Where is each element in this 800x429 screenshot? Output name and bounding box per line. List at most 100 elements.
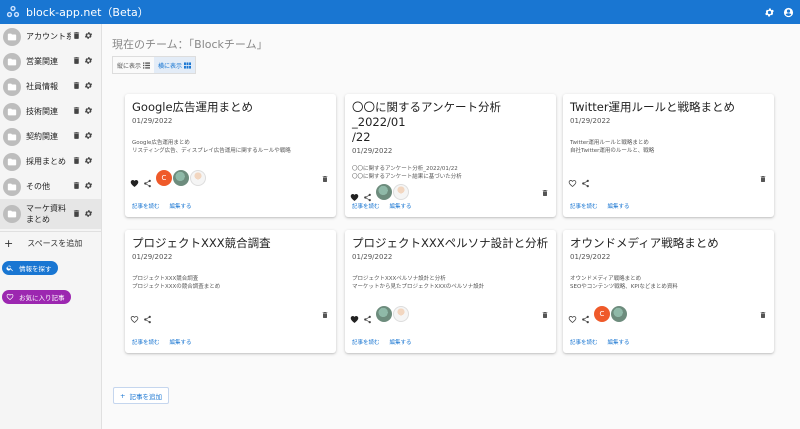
article-card[interactable]: Twitter運用ルールと戦略まとめ 01/29/2022 Twitter運用ルール…	[563, 94, 774, 217]
sidebar-item-label: 社員情報	[26, 82, 58, 91]
card-title[interactable]: Twitter運用ルールと戦略まとめ	[570, 100, 767, 115]
sidebar-item[interactable]: マーケ資料まとめ	[0, 199, 101, 229]
share-icon[interactable]	[143, 309, 152, 324]
card-title[interactable]: 〇〇に関するアンケート分析_2022/01/22	[352, 100, 549, 145]
read-article-link[interactable]: 記事を読む	[132, 338, 160, 346]
gear-icon[interactable]	[84, 56, 93, 67]
heart-outline-icon[interactable]	[568, 309, 577, 323]
read-article-link[interactable]: 記事を読む	[132, 202, 160, 210]
edit-article-link[interactable]: 編集する	[170, 338, 192, 346]
add-space-button[interactable]: + スペースを追加	[0, 231, 101, 255]
read-article-link[interactable]: 記事を読む	[570, 202, 598, 210]
card-actions	[130, 304, 329, 324]
sidebar-item[interactable]: 営業関連	[0, 49, 101, 74]
app-logo-icon[interactable]	[6, 5, 20, 19]
trash-icon[interactable]	[759, 304, 767, 323]
heart-outline-icon[interactable]	[130, 309, 139, 323]
settings-gear-icon[interactable]	[764, 3, 775, 22]
share-icon[interactable]	[581, 309, 590, 324]
favorites-button[interactable]: お気に入り記事	[2, 290, 71, 304]
plus-icon: +	[120, 391, 126, 400]
avatar[interactable]	[611, 305, 627, 322]
trash-icon[interactable]	[541, 182, 549, 201]
gear-icon[interactable]	[84, 181, 93, 192]
account-circle-icon[interactable]	[783, 3, 794, 22]
sidebar-item[interactable]: 技術関連	[0, 99, 101, 124]
article-card[interactable]: Google広告運用まとめ 01/29/2022 Google広告運用まとめ リスティ…	[125, 94, 336, 217]
search-info-button[interactable]: 情報を探す	[2, 261, 58, 275]
trash-icon[interactable]	[72, 209, 81, 220]
article-card[interactable]: オウンドメディア戦略まとめ 01/29/2022 オウンドメディア戦略まとめ SEOや…	[563, 230, 774, 353]
read-article-link[interactable]: 記事を読む	[352, 338, 380, 346]
share-icon[interactable]	[363, 187, 372, 202]
card-title[interactable]: オウンドメディア戦略まとめ	[570, 236, 767, 251]
share-icon[interactable]	[143, 173, 152, 188]
gear-icon[interactable]	[84, 156, 93, 167]
view-vertical-button[interactable]: 縦に表示	[113, 57, 154, 73]
trash-icon[interactable]	[321, 304, 329, 323]
sidebar-item[interactable]: その他	[0, 174, 101, 199]
trash-icon[interactable]	[541, 304, 549, 323]
heart-filled-icon[interactable]	[350, 309, 359, 323]
trash-icon[interactable]	[759, 168, 767, 187]
card-links: 記事を読む 編集する	[570, 338, 630, 346]
view-toggle: 縦に表示 横に表示	[112, 56, 197, 74]
read-article-link[interactable]: 記事を読む	[570, 338, 598, 346]
share-icon[interactable]	[581, 173, 590, 188]
trash-icon[interactable]	[72, 131, 81, 142]
trash-icon[interactable]	[72, 56, 81, 67]
trash-icon[interactable]	[72, 156, 81, 167]
avatar[interactable]	[190, 169, 206, 186]
main-content: 現在のチーム：「Blockチーム」 縦に表示 横に表示 Google広告運用まと…	[103, 24, 800, 429]
article-card[interactable]: 〇〇に関するアンケート分析_2022/01/22 01/29/2022 〇〇に関する…	[345, 94, 556, 217]
card-actions: C	[130, 168, 329, 188]
sidebar-item[interactable]: 契約関連	[0, 124, 101, 149]
card-title[interactable]: Google広告運用まとめ	[132, 100, 329, 115]
view-horizontal-button[interactable]: 横に表示	[154, 57, 196, 73]
view-horizontal-label: 横に表示	[158, 62, 183, 70]
card-title[interactable]: プロジェクトXXX競合調査	[132, 236, 329, 251]
trash-icon[interactable]	[72, 181, 81, 192]
avatar[interactable]	[376, 305, 392, 322]
card-description: 〇〇に関するアンケート結果に基づいた分析	[352, 174, 462, 180]
avatar[interactable]	[393, 305, 409, 322]
card-title[interactable]: プロジェクトXXXペルソナ設計と分析	[352, 236, 549, 251]
card-links: 記事を読む 編集する	[570, 202, 630, 210]
avatar[interactable]	[173, 169, 189, 186]
avatar[interactable]: C	[156, 169, 172, 186]
edit-article-link[interactable]: 編集する	[608, 202, 630, 210]
edit-article-link[interactable]: 編集する	[390, 338, 412, 346]
gear-icon[interactable]	[84, 31, 93, 42]
trash-icon[interactable]	[72, 81, 81, 92]
gear-icon[interactable]	[84, 131, 93, 142]
card-description: 自社Twitter運用のルールと、戦略	[570, 148, 655, 154]
heart-filled-icon[interactable]	[350, 187, 359, 201]
avatar[interactable]: C	[594, 305, 610, 322]
avatar[interactable]	[376, 183, 392, 200]
gear-icon[interactable]	[84, 106, 93, 117]
article-card[interactable]: プロジェクトXXXペルソナ設計と分析 01/29/2022 プロジェクトXXXペルソ…	[345, 230, 556, 353]
trash-icon[interactable]	[321, 168, 329, 187]
gear-icon[interactable]	[84, 81, 93, 92]
card-description: SEOやコンテンツ戦略、KPIなどまとめ資料	[570, 284, 678, 290]
article-card[interactable]: プロジェクトXXX競合調査 01/29/2022 プロジェクトXXX競合調査 プロジェ…	[125, 230, 336, 353]
trash-icon[interactable]	[72, 31, 81, 42]
card-description: Google広告運用まとめ	[132, 140, 190, 146]
share-icon[interactable]	[363, 309, 372, 324]
view-vertical-label: 縦に表示	[117, 62, 142, 70]
add-article-button[interactable]: + 記事を追加	[113, 387, 169, 404]
heart-filled-icon[interactable]	[130, 173, 139, 187]
edit-article-link[interactable]: 編集する	[170, 202, 192, 210]
trash-icon[interactable]	[72, 106, 81, 117]
edit-article-link[interactable]: 編集する	[608, 338, 630, 346]
sidebar-item-label: 技術関連	[26, 107, 58, 116]
sidebar-item[interactable]: 社員情報	[0, 74, 101, 99]
heart-outline-icon[interactable]	[568, 173, 577, 187]
avatar[interactable]	[393, 183, 409, 200]
sidebar-item-label: その他	[26, 182, 50, 191]
sidebar-item[interactable]: 採用まとめ	[0, 149, 101, 174]
sidebar-item[interactable]: アカウント系	[0, 24, 101, 49]
read-article-link[interactable]: 記事を読む	[352, 202, 380, 210]
edit-article-link[interactable]: 編集する	[390, 202, 412, 210]
gear-icon[interactable]	[84, 209, 93, 220]
